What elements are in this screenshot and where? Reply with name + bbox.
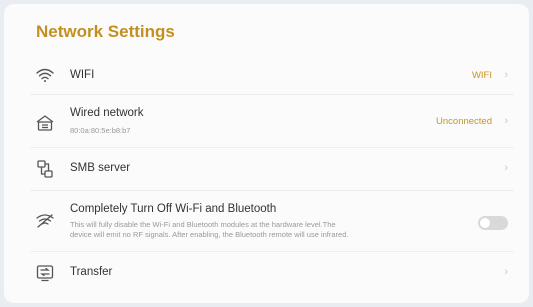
wifi-value: WIFI bbox=[471, 70, 492, 81]
divider bbox=[30, 147, 514, 148]
network-settings-panel: Network Settings WIFI WIFI › Wired netwo… bbox=[4, 4, 529, 303]
transfer-label: Transfer bbox=[70, 266, 113, 278]
radio-off-label: Completely Turn Off Wi-Fi and Bluetooth bbox=[70, 203, 277, 215]
mac-address: 80:0a:80:5e:b8:b7 bbox=[70, 126, 131, 135]
chevron-right-icon: › bbox=[504, 162, 508, 174]
chevron-right-icon: › bbox=[504, 266, 508, 278]
radio-off-description-line1: This will fully disable the Wi-Fi and Bl… bbox=[70, 220, 336, 229]
radio-off-toggle[interactable] bbox=[478, 216, 508, 230]
radio-off-row: Completely Turn Off Wi-Fi and Bluetooth … bbox=[30, 192, 514, 250]
wired-network-row[interactable]: Wired network 80:0a:80:5e:b8:b7 Unconnec… bbox=[30, 96, 514, 146]
divider bbox=[30, 94, 514, 95]
wifi-row[interactable]: WIFI WIFI › bbox=[30, 59, 514, 93]
radio-off-description-line2: device will emit no RF signals. After en… bbox=[70, 230, 349, 239]
wifi-label: WIFI bbox=[70, 69, 95, 81]
smb-server-row[interactable]: SMB server › bbox=[30, 149, 514, 189]
toggle-knob bbox=[480, 218, 490, 228]
wired-network-status: Unconnected bbox=[436, 116, 492, 127]
wifi-icon bbox=[34, 64, 56, 86]
transfer-row[interactable]: Transfer › bbox=[30, 253, 514, 293]
wired-network-label: Wired network bbox=[70, 107, 144, 119]
smb-server-icon bbox=[34, 158, 56, 180]
divider bbox=[30, 251, 514, 252]
transfer-icon bbox=[34, 262, 56, 284]
ethernet-icon bbox=[34, 112, 56, 134]
divider bbox=[30, 190, 514, 191]
page-title: Network Settings bbox=[36, 22, 175, 41]
chevron-right-icon: › bbox=[504, 115, 508, 127]
wireless-off-icon bbox=[34, 210, 56, 232]
chevron-right-icon: › bbox=[504, 69, 508, 81]
smb-server-label: SMB server bbox=[70, 162, 131, 174]
